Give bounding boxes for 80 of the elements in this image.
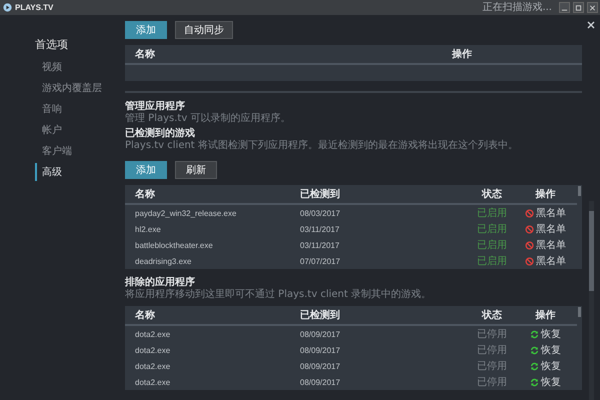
maximize-button[interactable]	[573, 2, 584, 13]
refresh-icon	[530, 378, 539, 386]
table-cell-text: payday2_win32_release.exe	[134, 208, 238, 218]
table-cell-text: dota2.exe	[134, 378, 172, 386]
column-header: 名称	[134, 188, 156, 201]
table-cell-text: 08/09/2017	[300, 378, 342, 386]
ban-icon	[525, 208, 534, 218]
table-cell-text: 07/07/2017	[300, 256, 342, 266]
close-icon	[589, 4, 596, 12]
close-icon	[586, 20, 596, 30]
status-text: 已停用	[476, 344, 508, 357]
sidebar-item[interactable]: 客户端	[35, 142, 115, 160]
refresh-icon	[530, 330, 539, 338]
status-text: 已启用	[476, 254, 508, 268]
section-title: 排除的应用程序	[125, 277, 196, 288]
maximize-icon	[575, 4, 582, 12]
status-text: 已启用	[476, 206, 508, 220]
column-header: 名称	[134, 48, 156, 61]
column-header: 操作	[534, 308, 556, 322]
table-cell-text: dota2.exe	[134, 346, 172, 354]
table-cell-text: 08/03/2017	[300, 208, 342, 218]
status-text: 已启用	[476, 238, 508, 252]
row-action-link[interactable]: 恢复	[530, 343, 561, 357]
status-text: 已停用	[476, 360, 508, 373]
section-title: 管理应用程序	[125, 101, 186, 113]
status-text: 已启用	[476, 222, 508, 236]
app-logo-text: PLAYS.TV	[15, 3, 54, 12]
close-button[interactable]	[585, 19, 597, 31]
table-cell-text: hl2.exe	[134, 224, 162, 234]
close-button[interactable]	[587, 2, 598, 13]
column-header: 状态	[480, 308, 503, 322]
row-action-link[interactable]: 恢复	[530, 359, 561, 373]
row-action-link[interactable]: 黑名单	[525, 254, 566, 268]
sidebar-item[interactable]: 高级	[35, 163, 115, 181]
scrollbar-thumb[interactable]	[588, 211, 594, 291]
row-action-link[interactable]: 黑名单	[525, 206, 566, 220]
row-action-link[interactable]: 恢复	[530, 375, 561, 389]
ban-icon	[525, 240, 534, 250]
table-cell-text: dota2.exe	[134, 362, 172, 370]
action-button[interactable]: 刷新	[175, 161, 217, 179]
column-header: 已检测到	[300, 188, 341, 201]
sidebar-item[interactable]: 视频	[35, 58, 115, 76]
sidebar-item[interactable]: 帐户	[35, 121, 115, 139]
table-cell-text: 03/11/2017	[300, 224, 340, 234]
section-title: 已检测到的游戏	[125, 128, 196, 140]
section-description: 将应用程序移动到这里即可不通过 Plays.tv client 录制其中的游戏。	[125, 289, 432, 300]
section-description: Plays.tv client 将试图检测下列应用程序。最近检测到的最在游戏将出现在这个列表中。	[125, 140, 519, 151]
table-cell-text: deadrising3.exe	[134, 256, 192, 266]
status-text: 已停用	[476, 376, 508, 389]
play-logo-icon	[3, 3, 12, 12]
column-header: 状态	[480, 188, 503, 201]
refresh-icon	[530, 346, 539, 354]
column-header: 操作	[534, 188, 556, 201]
ban-icon	[525, 224, 534, 234]
refresh-icon	[530, 362, 539, 370]
action-button[interactable]: 添加	[125, 21, 167, 39]
ban-icon	[525, 256, 534, 266]
scan-status: 正在扫描游戏...	[482, 2, 552, 14]
table-cell-text: 08/09/2017	[300, 362, 342, 370]
action-button[interactable]: 自动同步	[175, 21, 233, 39]
table-cell-text: 08/09/2017	[300, 346, 342, 354]
sidebar-item[interactable]: 游戏内覆盖层	[35, 79, 115, 97]
action-button[interactable]: 添加	[125, 161, 167, 179]
row-action-link[interactable]: 黑名单	[525, 238, 566, 252]
table-cell-text: 03/11/2017	[300, 240, 340, 250]
table-scrollbar[interactable]	[578, 186, 581, 196]
column-header: 已检测到	[300, 308, 341, 322]
sidebar-item[interactable]: 音响	[35, 100, 115, 118]
sidebar-title: 首选项	[35, 37, 69, 52]
column-header: 名称	[134, 308, 156, 322]
row-action-link[interactable]: 恢复	[530, 327, 561, 341]
section-description: 管理 Plays.tv 可以录制的应用程序。	[125, 113, 292, 124]
column-header: 操作	[452, 48, 472, 61]
minimize-button[interactable]	[559, 2, 570, 13]
table-cell-text: dota2.exe	[134, 330, 172, 338]
row-action-link[interactable]: 黑名单	[525, 222, 566, 236]
status-text: 已停用	[476, 328, 508, 341]
table-cell-text: battleblocktheater.exe	[134, 240, 214, 250]
table-cell-text: 08/09/2017	[300, 330, 342, 338]
table-scrollbar[interactable]	[578, 307, 581, 317]
